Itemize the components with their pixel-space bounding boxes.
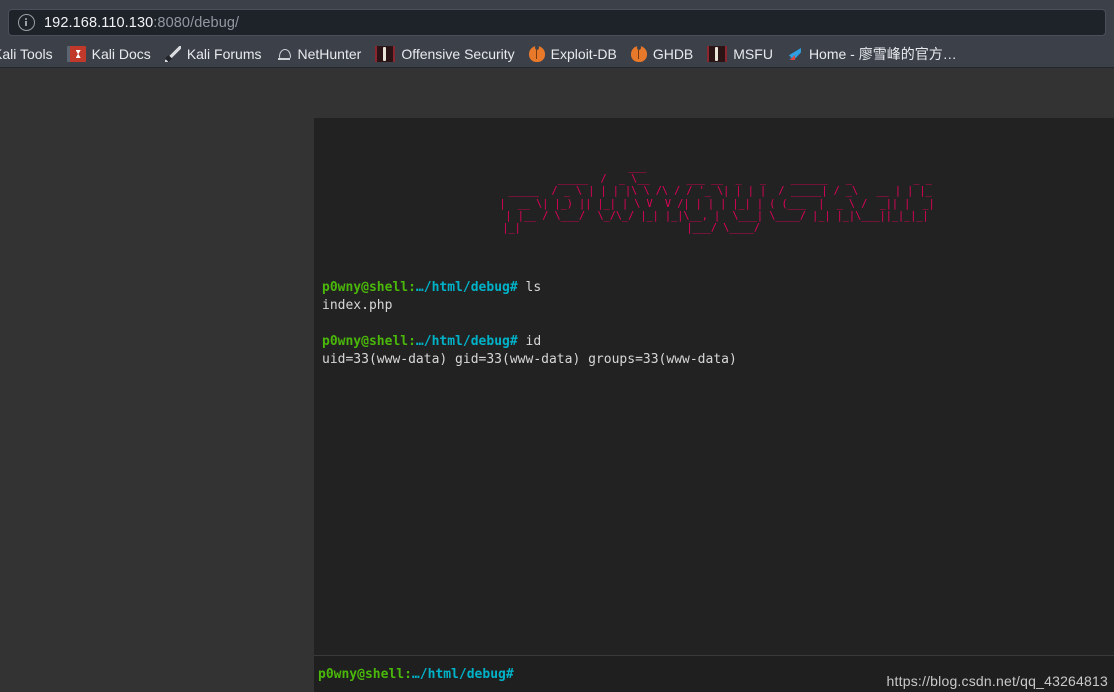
terminal-output-area: ___ _____ / _ \__ ___ __ _ _ ______ _ _ … [314,118,1114,655]
url-path: :8080/debug/ [153,14,240,31]
p0wny-shell-panel: ___ _____ / _ \__ ___ __ _ _ ______ _ _ … [314,118,1114,692]
bookmark-home-liaoxuefeng[interactable]: Home - 廖雪峰的官方… [784,43,960,65]
bookmark-exploit-db[interactable]: Exploit-DB [526,43,620,65]
nethunter-icon [276,46,292,62]
input-prompt: p0wny@shell:…/html/debug# [318,667,514,682]
prompt-user: p0wny@shell [318,666,405,682]
prompt-hash: # [509,334,518,350]
kali-docs-icon [66,46,86,62]
command-text: id [517,334,542,350]
bookmark-label: NetHunter [297,46,362,62]
offensive-security-icon [375,46,396,62]
info-circle-icon[interactable] [18,14,35,31]
url-host: 192.168.110.130 [44,14,154,31]
bookmark-label: MSFU [733,46,773,62]
prompt-separator: : [408,334,416,350]
prompt-hash: # [505,666,514,682]
shell-command-input[interactable] [517,662,1114,686]
bookmark-msfu[interactable]: MSFU [704,43,776,65]
prompt-path: …/html/debug [411,666,506,682]
bookmark-label: GHDB [652,46,694,62]
rocket-icon [787,46,803,62]
bookmarks-bar: Kali Tools Kali Docs Kali Forums NetHunt… [0,41,1114,68]
kali-forums-icon [164,46,181,62]
prompt-user: p0wny@shell [322,280,409,296]
bookmark-kali-tools[interactable]: Kali Tools [0,43,56,65]
bookmark-nethunter[interactable]: NetHunter [273,43,365,65]
url-bar[interactable]: 192.168.110.130:8080/debug/ [8,9,1106,36]
msfu-icon [707,46,728,62]
bookmark-label: Offensive Security [401,46,515,62]
command-output: uid=33(www-data) gid=33(www-data) groups… [322,352,737,368]
command-output: index.php [322,298,393,314]
url-text: 192.168.110.130:8080/debug/ [44,15,239,31]
browser-window: 192.168.110.130:8080/debug/ Kali Tools K… [0,0,1114,692]
bookmark-label: Kali Forums [186,46,262,62]
ascii-art-banner: ___ _____ / _ \__ ___ __ _ _ ______ _ _ … [499,162,935,235]
exploit-db-bug-icon [528,45,545,62]
prompt-path: …/html/debug [415,334,510,350]
command-text: ls [517,280,542,296]
bookmark-kali-docs[interactable]: Kali Docs [64,43,154,65]
bookmark-label: Kali Tools [0,46,53,62]
bookmark-offensive-security[interactable]: Offensive Security [372,43,517,65]
page-content: ___ _____ / _ \__ ___ __ _ _ ______ _ _ … [0,68,1114,692]
prompt-hash: # [509,280,518,296]
bookmark-label: Kali Docs [91,46,151,62]
prompt-separator: : [404,666,412,682]
ghdb-bug-icon [630,45,647,62]
prompt-path: …/html/debug [415,280,510,296]
bookmark-label: Home - 廖雪峰的官方… [808,46,957,62]
bookmark-ghdb[interactable]: GHDB [628,43,696,65]
shell-input-bar[interactable]: p0wny@shell:…/html/debug# https://blog.c… [314,655,1114,692]
prompt-user: p0wny@shell [322,334,409,350]
prompt-separator: : [408,280,416,296]
terminal-history: p0wny@shell:…/html/debug# ls index.php p… [318,235,1110,369]
bookmark-kali-forums[interactable]: Kali Forums [162,43,265,65]
browser-toolbar: 192.168.110.130:8080/debug/ [0,0,1114,41]
bookmark-label: Exploit-DB [550,46,617,62]
